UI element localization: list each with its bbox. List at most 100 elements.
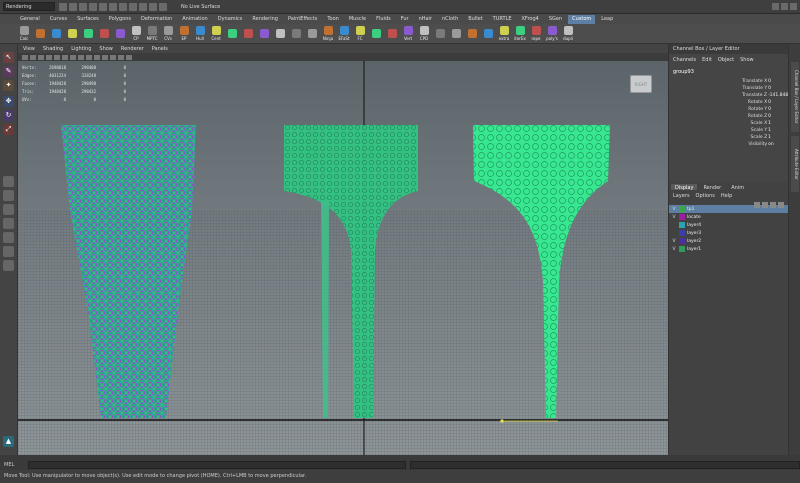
panel-menu-renderer[interactable]: Renderer: [121, 46, 144, 52]
shelf-button[interactable]: CPD: [418, 26, 430, 41]
shelf-button[interactable]: [66, 28, 78, 39]
shelf-tab-curves[interactable]: Curves: [46, 15, 71, 24]
layer-visibility-toggle[interactable]: V: [669, 239, 679, 244]
layer-row[interactable]: layer4: [669, 221, 788, 229]
show-attribute-editor-icon[interactable]: [772, 3, 779, 10]
channel-value[interactable]: 1: [768, 121, 788, 126]
scale-tool-icon[interactable]: ⤢: [3, 124, 14, 135]
channel-row[interactable]: Scale Y1: [669, 127, 788, 134]
snap-point-icon[interactable]: [139, 2, 147, 11]
open-scene-icon[interactable]: [69, 2, 77, 11]
move-layer-up-icon[interactable]: [754, 202, 760, 208]
shelf-button[interactable]: EFaSt: [338, 26, 350, 41]
panel-menu-lighting[interactable]: Lighting: [71, 46, 91, 52]
xray-icon[interactable]: [118, 54, 124, 60]
shelf-button[interactable]: [466, 28, 478, 39]
shelf-tab-surfaces[interactable]: Surfaces: [73, 15, 103, 24]
shelf-tab-polygons[interactable]: Polygons: [105, 15, 135, 24]
tab-attribute-editor[interactable]: Attribute Editor: [791, 136, 799, 192]
channel-row[interactable]: Rotate Z0: [669, 113, 788, 120]
shelf-button[interactable]: [258, 28, 270, 39]
shelf-tab-nhair[interactable]: nHair: [415, 15, 436, 24]
panel-menu-panels[interactable]: Panels: [152, 46, 168, 52]
shelf-button[interactable]: [482, 28, 494, 39]
shelf-tab-fur[interactable]: Fur: [397, 15, 413, 24]
panel-menu-view[interactable]: View: [23, 46, 35, 52]
shelf-tab-bullet[interactable]: Bullet: [464, 15, 486, 24]
live-surface-label[interactable]: No Live Surface: [181, 4, 220, 10]
shelf-tab-sgen[interactable]: SGen: [545, 15, 566, 24]
channel-box-menu-channels[interactable]: Channels: [673, 57, 696, 63]
shelf-tab-rendering[interactable]: Rendering: [248, 15, 282, 24]
show-channel-box-icon[interactable]: [790, 3, 797, 10]
layout-hypergraph-icon[interactable]: [3, 260, 14, 271]
channel-row[interactable]: Rotate Y0: [669, 106, 788, 113]
shelf-button[interactable]: Hull: [194, 26, 206, 41]
layout-persp-graph-icon[interactable]: [3, 218, 14, 229]
shelf-button[interactable]: CP: [130, 26, 142, 41]
select-tool-icon[interactable]: ↖: [3, 52, 14, 63]
shelf-button[interactable]: CVs: [162, 26, 174, 41]
channel-value[interactable]: 0: [768, 114, 788, 119]
paint-select-tool-icon[interactable]: ✦: [3, 80, 14, 91]
snap-grid-icon[interactable]: [119, 2, 127, 11]
layer-visibility-toggle[interactable]: V: [669, 215, 679, 220]
shelf-tab-toon[interactable]: Toon: [323, 15, 343, 24]
tab-display[interactable]: Display: [671, 184, 698, 191]
layer-color-swatch[interactable]: [679, 246, 685, 252]
shelf-button[interactable]: poly's: [546, 26, 558, 41]
shelf-button[interactable]: [386, 28, 398, 39]
shelf-tab-general[interactable]: General: [16, 15, 44, 24]
tab-render[interactable]: Render: [699, 184, 725, 191]
shelf-button[interactable]: [274, 28, 286, 39]
layer-row[interactable]: Vlayer1: [669, 245, 788, 253]
shelf-button[interactable]: [114, 28, 126, 39]
layer-visibility-toggle[interactable]: V: [669, 247, 679, 252]
shelf-button[interactable]: iterEx: [514, 26, 526, 41]
channel-row[interactable]: Scale X1: [669, 120, 788, 127]
layout-persp-outliner-icon[interactable]: [3, 204, 14, 215]
shelf-button[interactable]: dupli: [562, 26, 574, 41]
save-scene-icon[interactable]: [79, 2, 87, 11]
tab-anim[interactable]: Anim: [727, 184, 748, 191]
shelf-button[interactable]: EP: [178, 26, 190, 41]
channel-row[interactable]: Translate X0: [669, 78, 788, 85]
shelf-tab-muscle[interactable]: Muscle: [345, 15, 370, 24]
move-tool-icon[interactable]: ✥: [3, 96, 14, 107]
bookmark-icon[interactable]: [30, 54, 36, 60]
shelf-button[interactable]: MPTC: [146, 26, 158, 41]
shelf-tab-painteffects[interactable]: PaintEffects: [284, 15, 321, 24]
channel-value[interactable]: 0: [768, 107, 788, 112]
channel-value[interactable]: 0: [768, 79, 788, 84]
channel-value[interactable]: 1: [768, 135, 788, 140]
channel-value[interactable]: 0: [768, 86, 788, 91]
xray-joints-icon[interactable]: [126, 54, 132, 60]
new-scene-icon[interactable]: [59, 2, 67, 11]
panel-menu-shading[interactable]: Shading: [43, 46, 63, 52]
shelf-tab-leap[interactable]: Leap: [597, 15, 617, 24]
camera-attributes-icon[interactable]: [22, 54, 28, 60]
move-layer-down-icon[interactable]: [762, 202, 768, 208]
layer-visibility-toggle[interactable]: V: [669, 207, 679, 212]
wireframe-on-shaded-icon[interactable]: [86, 54, 92, 60]
viewport[interactable]: Verts: 2698018 298408 0 Edges: 4031224 328248 0…: [18, 61, 668, 455]
shelf-button[interactable]: [50, 28, 62, 39]
shelf-button[interactable]: extra: [498, 26, 510, 41]
shelf-button[interactable]: Cent: [210, 26, 222, 41]
command-language-label[interactable]: MEL: [4, 462, 24, 468]
channel-box-object-name[interactable]: group93: [669, 66, 788, 78]
select-hierarchy-icon[interactable]: [89, 2, 97, 11]
layer-color-swatch[interactable]: [679, 238, 685, 244]
snap-plane-icon[interactable]: [149, 2, 157, 11]
layout-four-icon[interactable]: [3, 190, 14, 201]
channel-value[interactable]: -141.848: [768, 93, 788, 98]
shelf-button[interactable]: [306, 28, 318, 39]
lasso-tool-icon[interactable]: ✎: [3, 66, 14, 77]
shelf-button[interactable]: [290, 28, 302, 39]
make-live-icon[interactable]: [159, 2, 167, 11]
select-component-icon[interactable]: [109, 2, 117, 11]
shelf-tab-turtle[interactable]: TURTLE: [489, 15, 516, 24]
image-plane-icon[interactable]: [38, 54, 44, 60]
layout-single-icon[interactable]: [3, 176, 14, 187]
manipulator-handle[interactable]: [500, 419, 504, 423]
